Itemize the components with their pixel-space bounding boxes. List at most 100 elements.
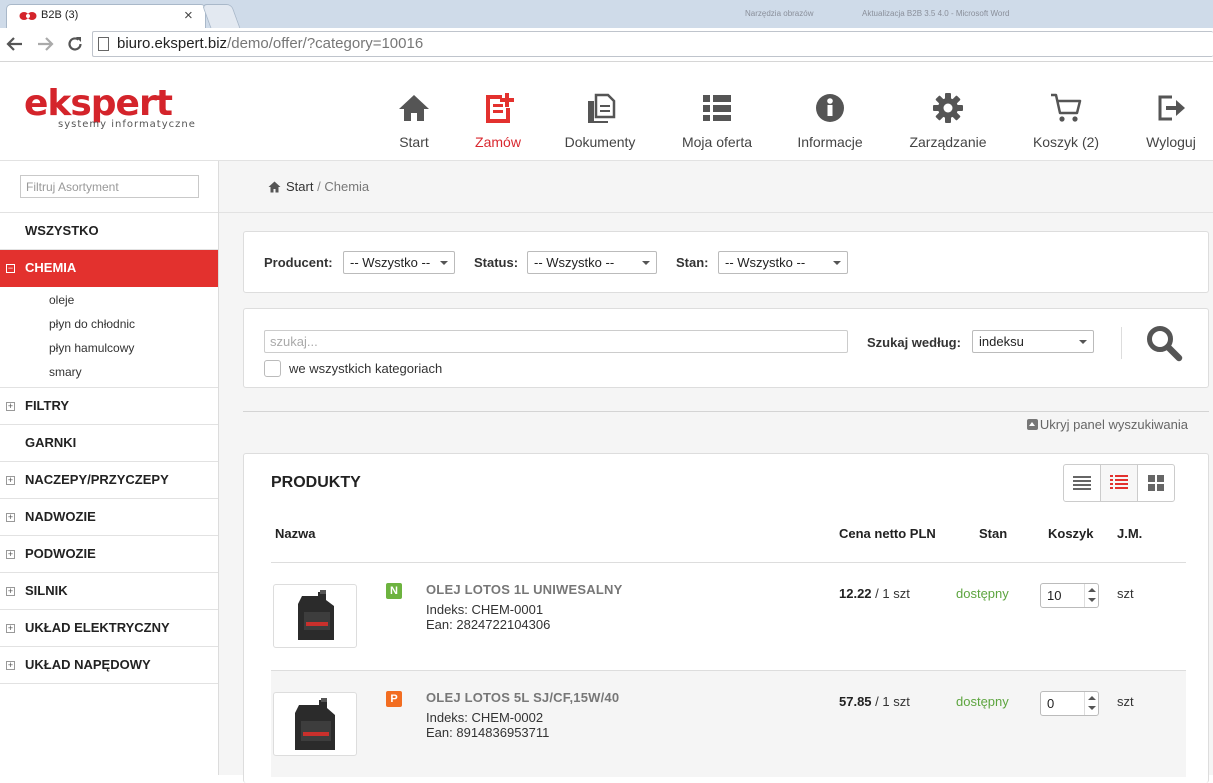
- category-label: NACZEPY/PRZYCZEPY: [25, 472, 169, 487]
- nav-moja-oferta[interactable]: Moja oferta: [676, 90, 758, 150]
- quantity-stepper[interactable]: 0: [1040, 691, 1099, 716]
- expand-icon[interactable]: +: [6, 513, 15, 522]
- taskbar-text: Aktualizacja B2B 3.5 4.0 - Microsoft Wor…: [862, 9, 1010, 18]
- product-name[interactable]: OLEJ LOTOS 5L SJ/CF,15W/40: [426, 690, 619, 705]
- chevron-down-icon: [440, 261, 448, 265]
- status-select[interactable]: -- Wszystko --: [527, 251, 657, 274]
- increment-icon[interactable]: [1088, 588, 1096, 592]
- url-path: /demo/offer/?category=10016: [227, 35, 424, 52]
- stan-select[interactable]: -- Wszystko --: [718, 251, 848, 274]
- back-arrow-icon[interactable]: [6, 36, 24, 52]
- producent-value: -- Wszystko --: [350, 255, 431, 270]
- status-label: Status:: [474, 255, 519, 270]
- product-name[interactable]: OLEJ LOTOS 1L UNIWESALNY: [426, 582, 622, 597]
- category-chemia[interactable]: − CHEMIA: [0, 250, 218, 287]
- all-categories-checkbox[interactable]: [264, 360, 281, 377]
- nav-zarzadzanie[interactable]: Zarządzanie: [904, 90, 992, 150]
- reload-icon[interactable]: [66, 35, 84, 53]
- gear-icon: [933, 93, 963, 123]
- view-grid-button[interactable]: [1138, 465, 1174, 501]
- category-silnik[interactable]: + SILNIK: [0, 573, 218, 610]
- chevron-down-icon: [642, 261, 650, 265]
- product-thumbnail[interactable]: [273, 692, 357, 756]
- category-naczepy-przyczepy[interactable]: + NACZEPY/PRZYCZEPY: [0, 462, 218, 499]
- expand-icon[interactable]: +: [6, 624, 15, 633]
- nav-dokumenty-label: Dokumenty: [564, 134, 636, 150]
- ekspert-logo[interactable]: ekspert systemy informatyczne: [24, 86, 219, 134]
- products-title: PRODUKTY: [271, 474, 361, 491]
- table-row: P OLEJ LOTOS 5L SJ/CF,15W/40 Indeks: CHE…: [271, 670, 1186, 777]
- spinner[interactable]: [1084, 692, 1098, 715]
- column-cart-header[interactable]: Koszyk: [1048, 526, 1094, 541]
- subcategory-plyn-do-chlodnic[interactable]: płyn do chłodnic: [0, 311, 218, 335]
- breadcrumb-start[interactable]: Start: [286, 179, 313, 194]
- browser-tab-active[interactable]: B2B (3) ×: [6, 4, 206, 28]
- detail-list-icon: [1110, 475, 1128, 489]
- nav-wyloguj[interactable]: Wyloguj: [1142, 90, 1200, 150]
- search-by-value: indeksu: [979, 334, 1024, 349]
- nav-informacje-label: Informacje: [797, 134, 863, 150]
- search-icon[interactable]: [1144, 323, 1184, 363]
- nav-start[interactable]: Start: [393, 90, 435, 150]
- product-thumbnail[interactable]: [273, 584, 357, 648]
- page-icon: [98, 37, 109, 51]
- category-label: CHEMIA: [25, 260, 77, 275]
- quantity-value[interactable]: 10: [1047, 588, 1061, 603]
- column-stock-header[interactable]: Stan: [979, 526, 1007, 541]
- nav-moja-oferta-label: Moja oferta: [681, 134, 753, 150]
- column-price-header[interactable]: Cena netto PLN: [839, 526, 936, 541]
- expand-icon[interactable]: +: [6, 587, 15, 596]
- hide-search-panel-link[interactable]: Ukryj panel wyszukiwania: [1026, 417, 1188, 432]
- product-ean: Ean: 8914836953711: [426, 725, 550, 740]
- category-filtry[interactable]: + FILTRY: [0, 388, 218, 425]
- subcategory-smary[interactable]: smary: [0, 359, 218, 383]
- search-panel: we wszystkich kategoriach Szukaj według:…: [243, 308, 1209, 388]
- nav-zamow[interactable]: Zamów: [470, 90, 526, 150]
- search-by-select[interactable]: indeksu: [972, 330, 1094, 353]
- home-icon: [399, 95, 429, 121]
- nav-start-label: Start: [399, 134, 429, 150]
- category-nadwozie[interactable]: + NADWOZIE: [0, 499, 218, 536]
- order-add-icon: [486, 93, 514, 123]
- collapse-icon[interactable]: −: [6, 264, 15, 273]
- promo-badge: P: [386, 691, 402, 707]
- category-uklad-elektryczny[interactable]: + UKŁAD ELEKTRYCZNY: [0, 610, 218, 647]
- category-podwozie[interactable]: + PODWOZIE: [0, 536, 218, 573]
- view-list-button[interactable]: [1064, 465, 1101, 501]
- category-uklad-napedowy[interactable]: + UKŁAD NAPĘDOWY: [0, 647, 218, 684]
- quantity-value[interactable]: 0: [1047, 696, 1054, 711]
- column-unit-header[interactable]: J.M.: [1117, 526, 1142, 541]
- product-price: 12.22 / 1 szt: [839, 586, 910, 601]
- search-input[interactable]: [264, 330, 848, 353]
- view-detail-list-button[interactable]: [1101, 465, 1138, 501]
- spinner[interactable]: [1084, 584, 1098, 607]
- nav-informacje[interactable]: Informacje: [792, 90, 868, 150]
- home-icon[interactable]: [268, 181, 281, 193]
- table-row: N OLEJ LOTOS 1L UNIWESALNY Indeks: CHEM-…: [271, 563, 1186, 670]
- expand-icon[interactable]: +: [6, 402, 15, 411]
- expand-icon[interactable]: +: [6, 661, 15, 670]
- subcategory-oleje[interactable]: oleje: [0, 287, 218, 311]
- product-price: 57.85 / 1 szt: [839, 694, 910, 709]
- nav-dokumenty[interactable]: Dokumenty: [561, 90, 639, 150]
- forward-arrow-icon[interactable]: [36, 36, 54, 52]
- category-garnki[interactable]: GARNKI: [0, 425, 218, 462]
- column-name-header[interactable]: Nazwa: [275, 526, 315, 541]
- increment-icon[interactable]: [1088, 696, 1096, 700]
- nav-koszyk[interactable]: Koszyk (2): [1028, 90, 1104, 150]
- category-wszystko[interactable]: WSZYSTKO: [0, 213, 218, 250]
- favicon-icon: [19, 12, 37, 20]
- address-bar[interactable]: biuro.ekspert.biz/demo/offer/?category=1…: [92, 31, 1213, 57]
- filter-assortment-input[interactable]: [20, 175, 199, 198]
- subcategory-plyn-hamulcowy[interactable]: płyn hamulcowy: [0, 335, 218, 359]
- logo-text: ekspert: [24, 83, 173, 124]
- decrement-icon[interactable]: [1088, 598, 1096, 602]
- site-header: ekspert systemy informatyczne Start Zamó…: [0, 62, 1213, 161]
- quantity-stepper[interactable]: 10: [1040, 583, 1099, 608]
- expand-icon[interactable]: +: [6, 550, 15, 559]
- tab-close-icon[interactable]: ×: [184, 7, 193, 24]
- decrement-icon[interactable]: [1088, 706, 1096, 710]
- producent-select[interactable]: -- Wszystko --: [343, 251, 455, 274]
- new-tab-button[interactable]: [201, 4, 241, 28]
- expand-icon[interactable]: +: [6, 476, 15, 485]
